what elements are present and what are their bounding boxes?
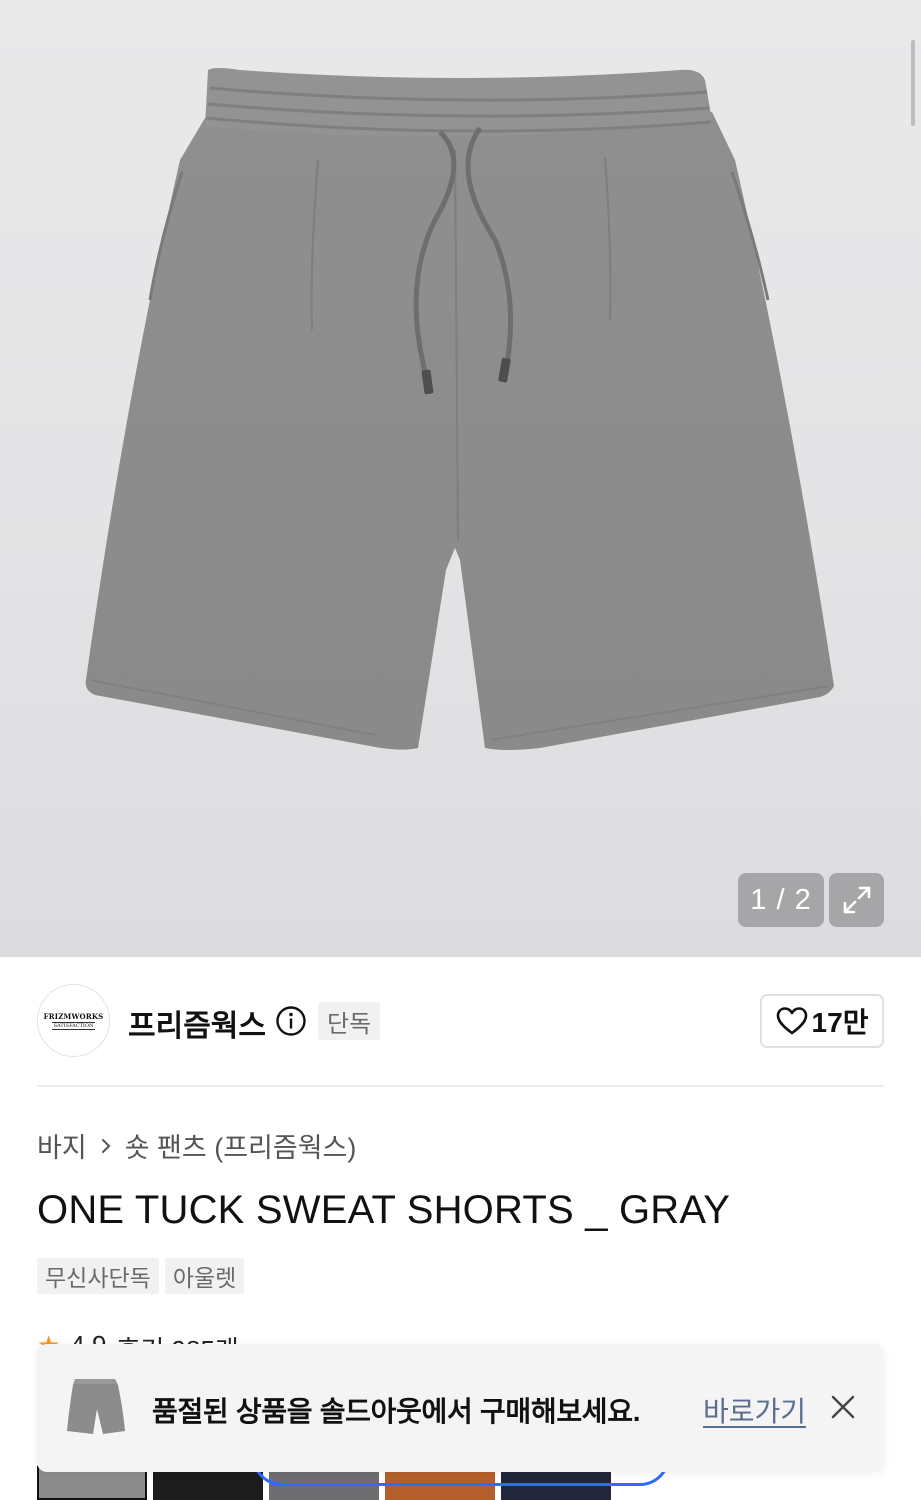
toast-go-link[interactable]: 바로가기: [703, 1390, 806, 1430]
close-icon[interactable]: [830, 1394, 856, 1420]
tag-outlet: 아울렛: [164, 1258, 245, 1294]
toast-message: 품절된 상품을 솔드아웃에서 구매해보세요.: [152, 1396, 641, 1427]
product-image-gallery[interactable]: 1 / 2: [0, 0, 921, 957]
divider: [37, 1085, 884, 1087]
brand-row: FRIZMWORKS SATISFACTION 프리즘웍스 단독 17만: [37, 984, 884, 1060]
brand-logo[interactable]: FRIZMWORKS SATISFACTION: [37, 984, 110, 1057]
scroll-indicator[interactable]: [911, 40, 915, 126]
product-title: ONE TUCK SWEAT SHORTS _ GRAY: [37, 1188, 731, 1232]
tag-exclusive: 무신사단독: [37, 1258, 159, 1294]
brand-logo-subtext: SATISFACTION: [51, 1021, 96, 1030]
toast-product-thumbnail: [67, 1379, 125, 1434]
image-counter: 1 / 2: [738, 873, 824, 927]
brand-logo-text: FRIZMWORKS: [43, 1011, 104, 1021]
brand-name[interactable]: 프리즘웍스: [128, 1001, 266, 1045]
chevron-right-icon: [101, 1138, 111, 1153]
like-count: 17만: [811, 1007, 869, 1038]
soldout-toast: 품절된 상품을 솔드아웃에서 구매해보세요. 바로가기: [37, 1344, 884, 1472]
product-image: [85, 68, 834, 750]
info-icon[interactable]: [275, 1005, 307, 1037]
exclusive-badge: 단독: [318, 1002, 381, 1040]
like-button[interactable]: 17만: [760, 994, 884, 1048]
expand-button[interactable]: [829, 873, 884, 927]
breadcrumb-category[interactable]: 바지: [37, 1126, 87, 1165]
expand-icon: [843, 886, 870, 914]
product-tags: 무신사단독 아울렛: [37, 1258, 245, 1294]
heart-icon: [776, 1007, 807, 1035]
breadcrumb: 바지 숏 팬츠 (프리즘웍스): [37, 1126, 356, 1165]
breadcrumb-subcategory[interactable]: 숏 팬츠 (프리즘웍스): [125, 1126, 357, 1165]
